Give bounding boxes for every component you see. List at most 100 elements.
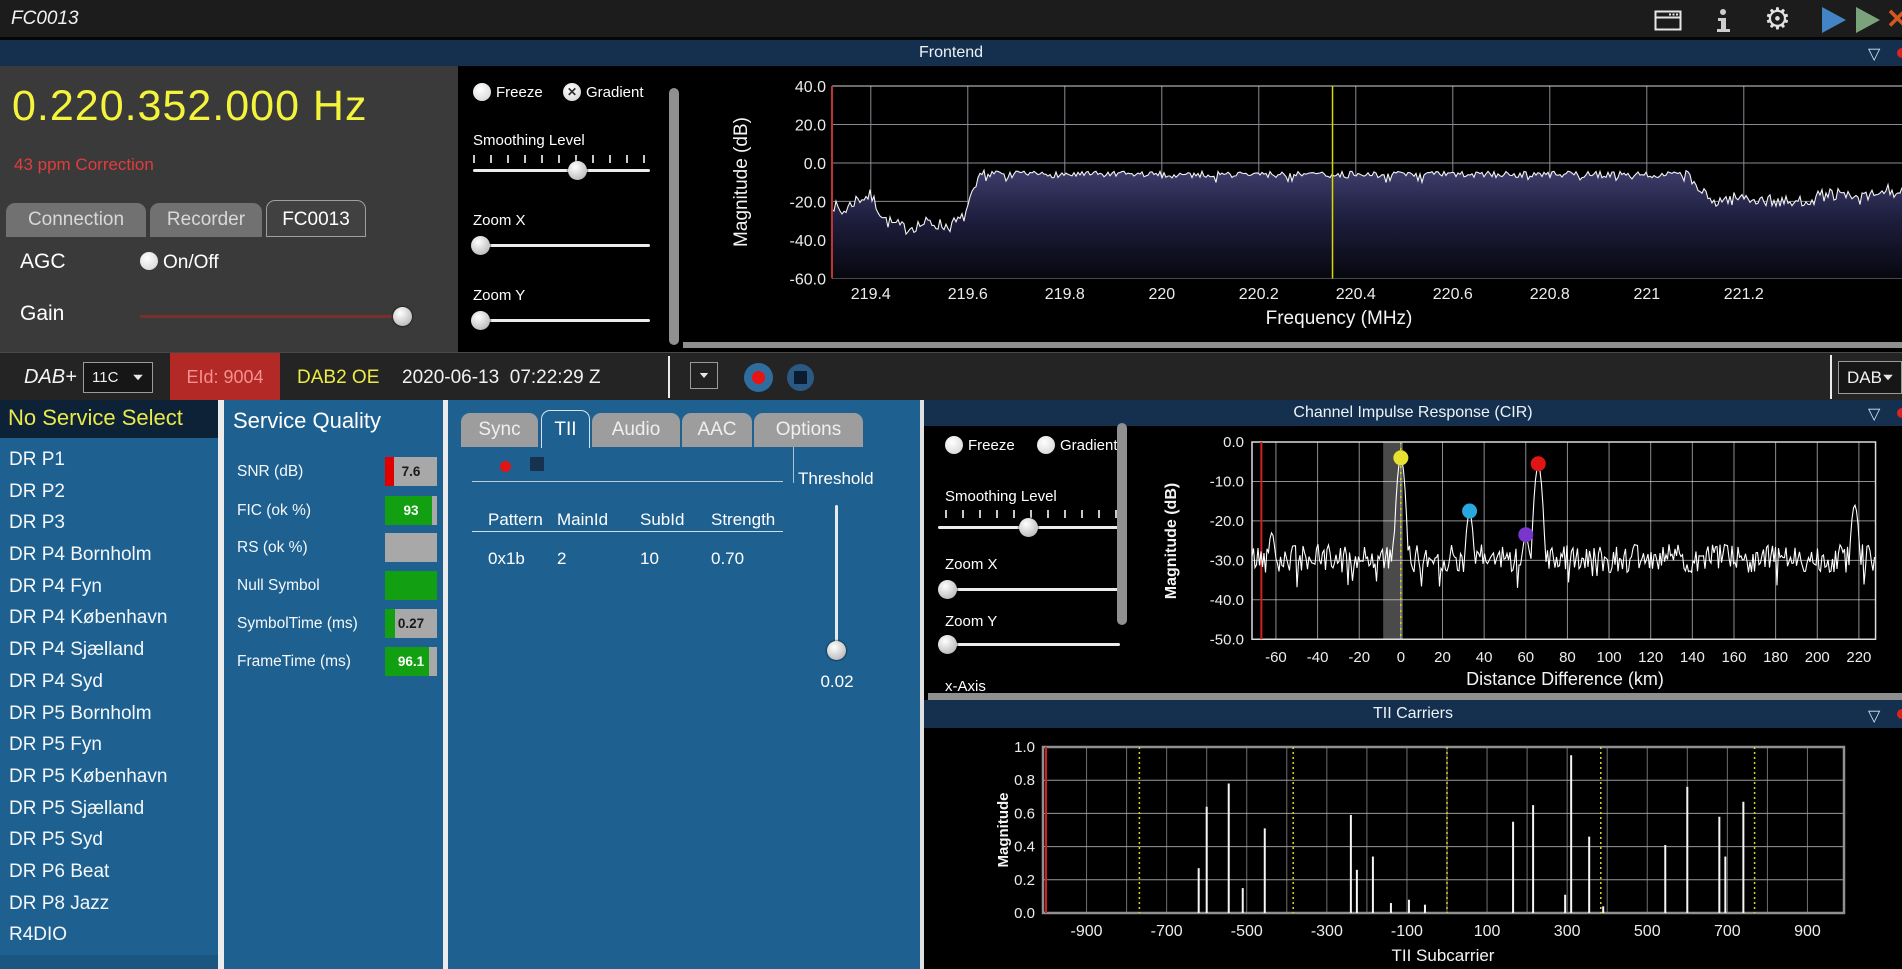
svg-text:300: 300 — [1554, 923, 1581, 940]
service-list-item[interactable]: DR P5 Syd — [0, 824, 218, 856]
record-button[interactable] — [744, 363, 773, 392]
freeze-label: Freeze — [496, 84, 543, 101]
service-list-item[interactable]: DR P6 Beat — [0, 856, 218, 888]
svg-text:-60: -60 — [1265, 649, 1287, 666]
frontend-hscrollbar[interactable] — [683, 342, 1902, 348]
quality-metric-label: FrameTime (ms) — [237, 653, 351, 670]
zoom-y-slider-handle[interactable] — [471, 311, 490, 330]
cir-freeze-radio[interactable] — [945, 436, 963, 454]
gradient-radio[interactable]: ✕ — [563, 83, 581, 101]
service-list-item[interactable]: R4DIO — [0, 919, 218, 951]
service-list-item[interactable]: DR P4 Bornholm — [0, 539, 218, 571]
collapse-cir-icon[interactable]: ▽ — [1868, 402, 1880, 428]
cir-hscrollbar[interactable] — [928, 693, 1902, 700]
collapse-tii-icon[interactable]: ▽ — [1868, 703, 1880, 731]
tab-fc0013[interactable]: FC0013 — [266, 200, 366, 237]
service-list-item[interactable]: DR P3 — [0, 507, 218, 539]
zoom-x-label: Zoom X — [473, 212, 526, 229]
smoothing-slider-handle[interactable] — [568, 161, 587, 180]
frontend-header: Frontend ▽ — [0, 40, 1902, 66]
svg-text:-60.0: -60.0 — [790, 271, 827, 288]
spectrum-plot[interactable]: 40.0 20.0 0.0 -20.0 -40.0 -60.0 219.4 219.6 219.… — [679, 66, 1902, 352]
cir-smoothing-handle[interactable] — [1019, 518, 1038, 537]
cir-scrollbar[interactable] — [1117, 423, 1127, 625]
status-dot — [1897, 408, 1902, 418]
zoom-y-slider-track[interactable] — [473, 319, 650, 322]
cir-plot[interactable]: 0.0 -10.0 -20.0 -30.0 -40.0 -50.0 -60 -40 -20 0 20… — [1130, 426, 1902, 700]
quality-metric-value: 96.1 — [397, 654, 425, 669]
settings-gear-icon[interactable]: ⚙ — [1764, 2, 1791, 37]
cir-zoom-y-label: Zoom Y — [945, 613, 998, 630]
frontend-scrollbar[interactable] — [669, 88, 679, 345]
gain-slider-track[interactable] — [140, 315, 410, 318]
service-list-item[interactable]: DR P1 — [0, 444, 218, 476]
zoom-x-slider-track[interactable] — [473, 244, 650, 247]
gain-slider-handle[interactable] — [393, 307, 412, 326]
cir-zoom-x-handle[interactable] — [938, 580, 957, 599]
svg-text:0.4: 0.4 — [1014, 839, 1035, 856]
window-icon[interactable] — [1654, 9, 1682, 32]
channel-select[interactable]: 11C — [83, 362, 153, 393]
record-menu-button[interactable] — [690, 362, 718, 389]
svg-text:0.2: 0.2 — [1014, 872, 1035, 889]
tab-audio[interactable]: Audio — [592, 413, 680, 447]
service-list-bottom-strip[interactable] — [0, 955, 218, 969]
service-list-item[interactable]: DR P4 Syd — [0, 666, 218, 698]
close-orange-icon[interactable]: ✕ — [1886, 4, 1902, 35]
cir-zoom-y-track[interactable] — [938, 643, 1120, 646]
quality-metric-bar — [385, 571, 437, 600]
tab-connection[interactable]: Connection — [6, 203, 146, 237]
tii-carriers-plot[interactable]: 0.0 0.2 0.4 0.6 0.8 1.0 -900 -700 -500 -300 -100 10… — [928, 728, 1902, 969]
service-list-item[interactable]: DR P5 Fyn — [0, 729, 218, 761]
output-mode-select[interactable]: DAB — [1838, 361, 1902, 394]
output-mode-value: DAB — [1847, 367, 1882, 387]
tab-aac[interactable]: AAC — [682, 413, 752, 447]
tab-options[interactable]: Options — [754, 413, 863, 447]
smoothing-label: Smoothing Level — [473, 132, 585, 149]
info-icon[interactable] — [1712, 7, 1734, 35]
service-list-item[interactable]: DR P8 Jazz — [0, 888, 218, 920]
threshold-slider-track[interactable] — [835, 505, 838, 652]
quality-metric-bar — [385, 533, 437, 562]
service-list-item[interactable]: DR P4 Sjælland — [0, 634, 218, 666]
cir-gradient-radio[interactable] — [1037, 436, 1055, 454]
svg-text:-300: -300 — [1311, 923, 1343, 940]
cir-zoom-y-handle[interactable] — [938, 635, 957, 654]
freeze-radio[interactable] — [473, 83, 491, 101]
play-blue-icon[interactable] — [1822, 7, 1846, 33]
play-green-icon[interactable] — [1856, 7, 1880, 33]
separator-vline — [793, 447, 794, 483]
service-list-item[interactable]: DR P5 København — [0, 761, 218, 793]
collapse-frontend-icon[interactable]: ▽ — [1868, 42, 1880, 68]
tab-recorder[interactable]: Recorder — [150, 203, 262, 237]
svg-text:0.8: 0.8 — [1014, 772, 1035, 789]
threshold-slider-handle[interactable] — [827, 641, 846, 660]
tii-header: TII Carriers ▽ — [924, 700, 1902, 728]
svg-text:500: 500 — [1634, 923, 1661, 940]
cir-header: Channel Impulse Response (CIR) ▽ — [924, 400, 1902, 426]
agc-radio[interactable] — [140, 252, 158, 270]
separator-line — [472, 481, 783, 482]
zoom-x-slider-handle[interactable] — [471, 236, 490, 255]
tab-sync[interactable]: Sync — [461, 413, 538, 447]
service-list-item[interactable]: DR P5 Sjælland — [0, 793, 218, 825]
svg-text:-50.0: -50.0 — [1210, 631, 1244, 648]
svg-text:219.4: 219.4 — [851, 286, 891, 303]
svg-text:-30.0: -30.0 — [1210, 552, 1244, 569]
quality-metric-bar: 0.27 — [385, 609, 437, 638]
tab-tii[interactable]: TII — [541, 410, 590, 448]
service-list-item[interactable]: DR P4 Fyn — [0, 571, 218, 603]
stop-button[interactable] — [787, 364, 814, 391]
service-list-item[interactable]: DR P4 København — [0, 602, 218, 634]
cir-title: Channel Impulse Response (CIR) — [1293, 404, 1533, 421]
smoothing-slider-track[interactable] — [473, 169, 650, 172]
svg-text:221.2: 221.2 — [1724, 286, 1764, 303]
service-list: DR P1 DR P2 DR P3 DR P4 Bornholm DR P4 Fyn DR… — [0, 444, 218, 951]
svg-text:20: 20 — [1434, 649, 1451, 666]
service-list-item[interactable]: DR P2 — [0, 476, 218, 508]
ppm-correction-label: 43 ppm Correction — [14, 155, 154, 174]
eid-badge: EId: 9004 — [170, 353, 280, 401]
cir-zoom-x-track[interactable] — [938, 588, 1120, 591]
service-list-item[interactable]: DR P5 Bornholm — [0, 698, 218, 730]
threshold-label: Threshold — [798, 469, 874, 488]
